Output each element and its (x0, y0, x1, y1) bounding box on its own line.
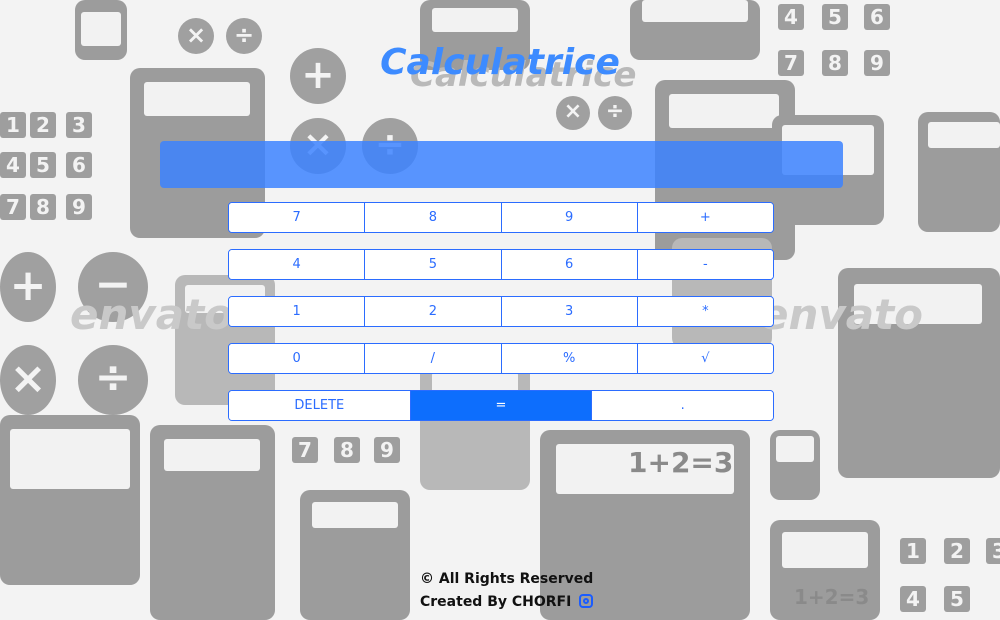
key-4[interactable]: 4 (229, 250, 366, 279)
delete-button[interactable]: DELETE (229, 391, 411, 420)
bg-calculator-icon (150, 425, 275, 620)
keypad-row: 1 2 3 * (228, 296, 774, 327)
key-7[interactable]: 7 (229, 203, 366, 232)
bg-watermark: envato (70, 290, 234, 339)
keypad-row: 7 8 9 + (228, 202, 774, 233)
key-2[interactable]: 2 (365, 297, 502, 326)
footer-rights: © All Rights Reserved (420, 571, 594, 587)
keypad: 7 8 9 + 4 5 6 - 1 2 3 * 0 / % √ DELETE =… (228, 202, 774, 437)
bg-watermark: envato (760, 290, 924, 339)
calculator-display[interactable] (160, 141, 843, 188)
bg-calculator-icon (918, 112, 1000, 232)
bg-calculator-icon (770, 430, 820, 500)
key-5[interactable]: 5 (365, 250, 502, 279)
keypad-row: DELETE = . (228, 390, 774, 421)
key-minus[interactable]: - (637, 250, 773, 279)
keypad-row: 4 5 6 - (228, 249, 774, 280)
key-sqrt[interactable]: √ (637, 344, 773, 373)
footer-created-by: Created By CHORFI (420, 594, 572, 610)
key-percent[interactable]: % (501, 344, 638, 373)
footer: © All Rights Reserved Created By CHORFI (420, 568, 593, 614)
key-multiply[interactable]: * (637, 297, 773, 326)
instagram-icon[interactable] (579, 594, 594, 608)
keypad-row: 0 / % √ (228, 343, 774, 374)
bg-expression: 1+2=3 (794, 585, 870, 609)
key-0[interactable]: 0 (229, 344, 366, 373)
key-9[interactable]: 9 (501, 203, 638, 232)
bg-calculator-icon (0, 415, 140, 585)
key-divide[interactable]: / (365, 344, 502, 373)
key-1[interactable]: 1 (229, 297, 366, 326)
equals-button[interactable]: = (410, 391, 593, 420)
bg-calculator-icon (300, 490, 410, 620)
key-3[interactable]: 3 (501, 297, 638, 326)
key-plus[interactable]: + (637, 203, 773, 232)
key-decimal[interactable]: . (592, 391, 773, 420)
bg-expression: 1+2=3 (628, 446, 734, 479)
app-title: Calculatrice (380, 42, 620, 83)
key-6[interactable]: 6 (501, 250, 638, 279)
footer-credit: Created By CHORFI (420, 591, 594, 614)
key-8[interactable]: 8 (365, 203, 502, 232)
